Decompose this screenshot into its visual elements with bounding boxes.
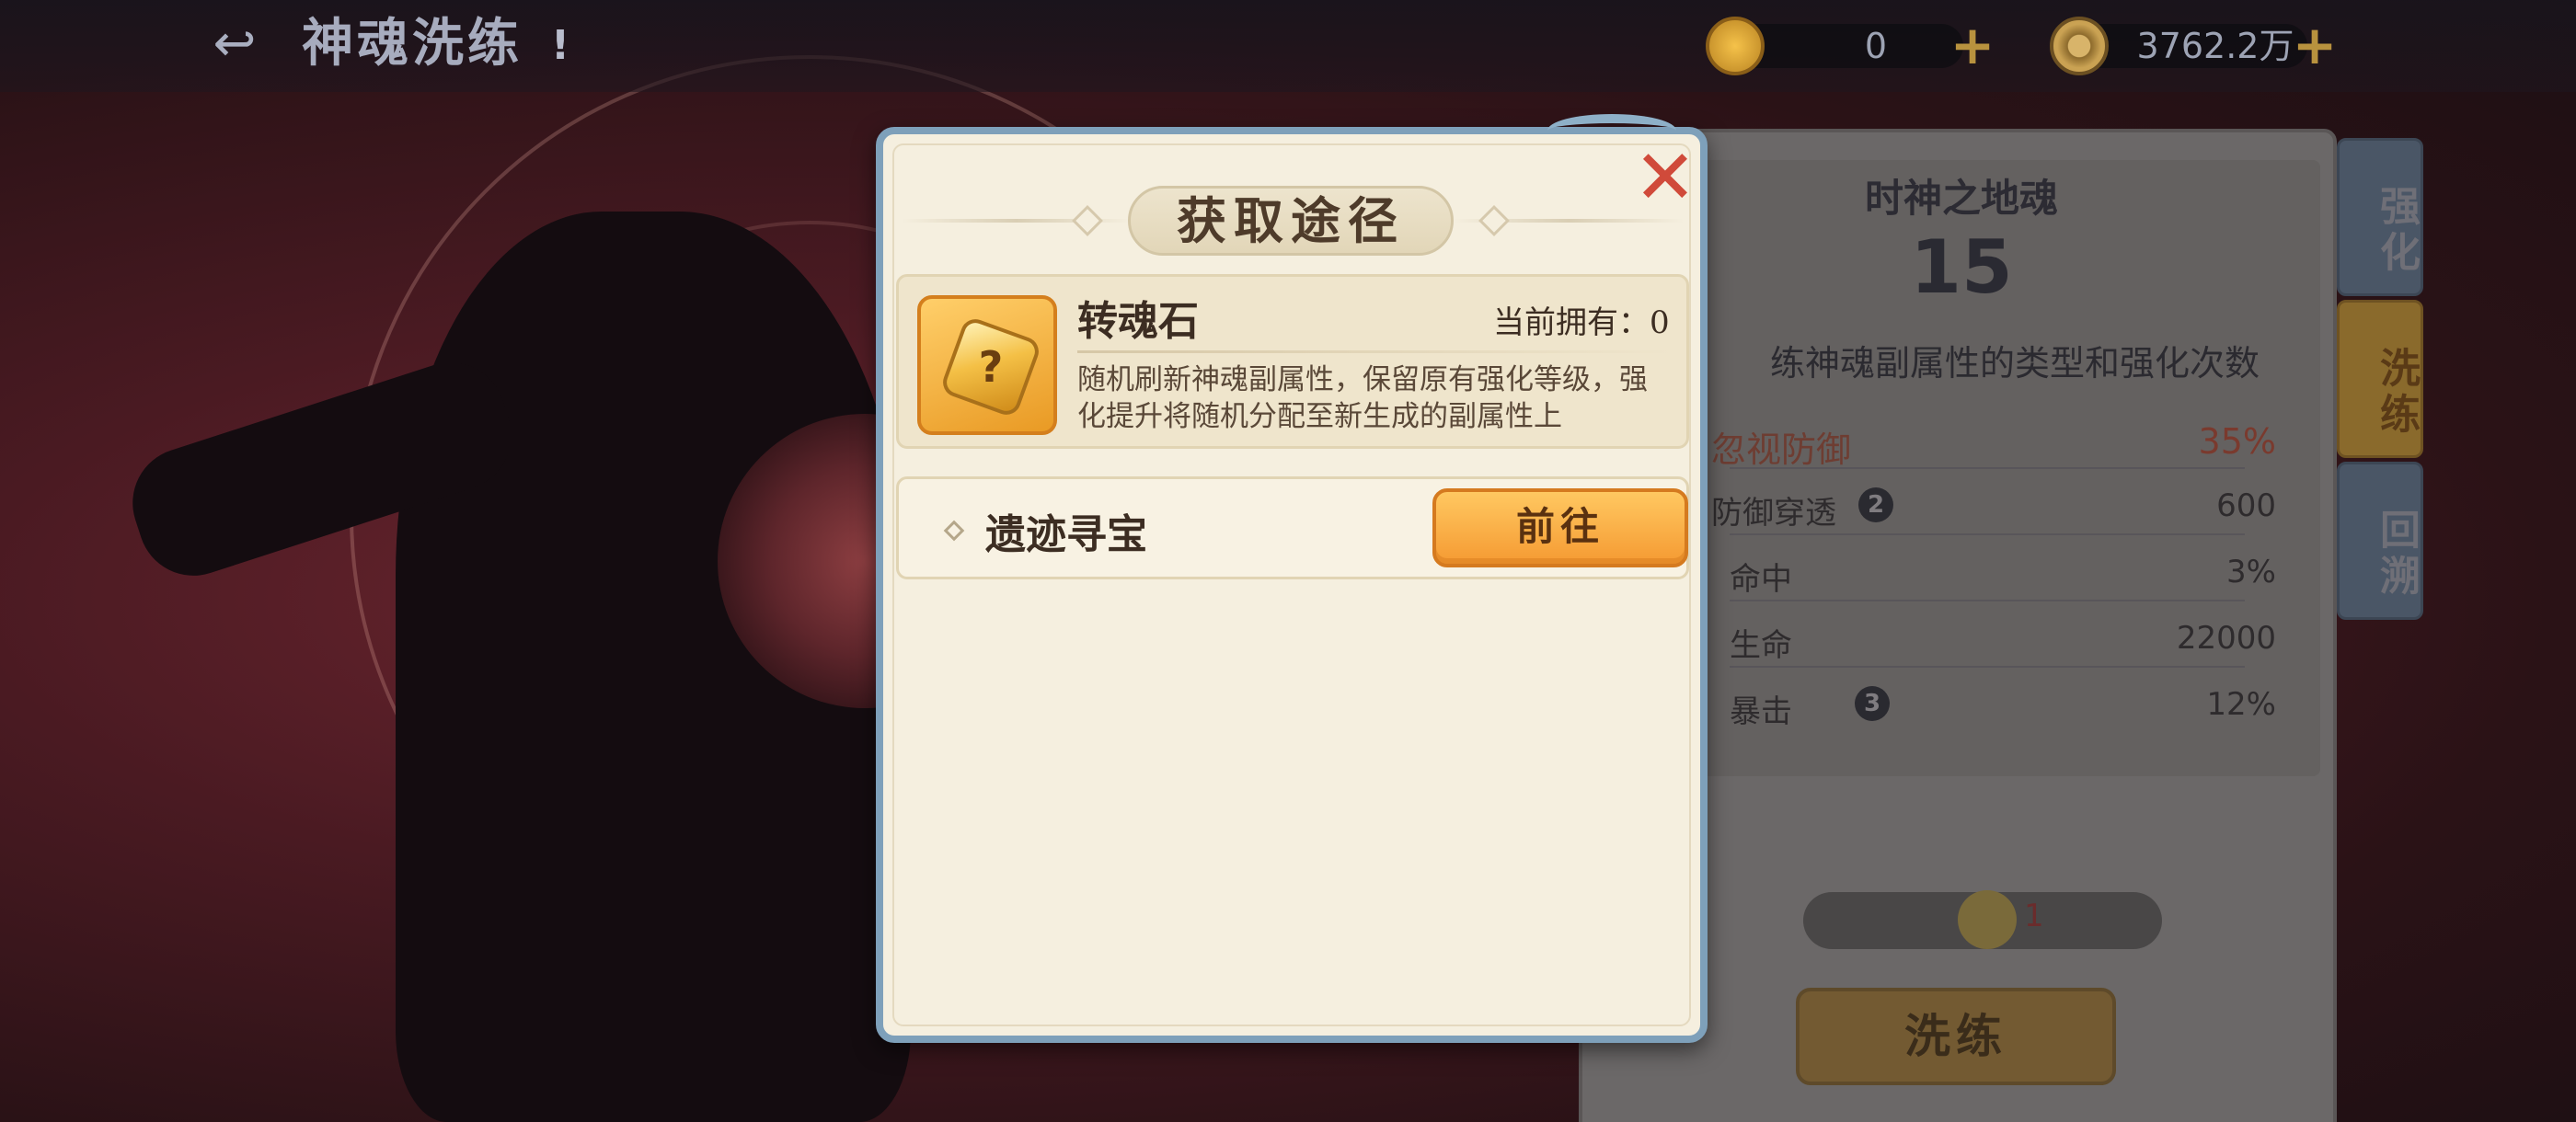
stat-value: 22000 xyxy=(2176,620,2276,657)
item-divider xyxy=(1077,350,1673,353)
stat-value: 35% xyxy=(2198,421,2276,462)
item-description[interactable]: 随机刷新神魂副属性，保留原有强化等级，强化提升将随机分配至新生成的副属性上 xyxy=(1077,361,1666,441)
diamond-bullet-icon xyxy=(943,520,965,542)
stat-badge: 2 xyxy=(1858,487,1893,522)
cost-amount: 1 xyxy=(2024,898,2044,934)
add-copper-coin-button[interactable]: + xyxy=(2291,18,2339,72)
tab-rollback[interactable]: 回溯 xyxy=(2337,462,2423,620)
stat-value: 12% xyxy=(2206,686,2276,723)
stat-divider xyxy=(1730,600,2245,601)
tab-enhance[interactable]: 强化 xyxy=(2337,138,2423,296)
top-bar: ↩ 神魂洗练 ! 0 + 3762.2万 + xyxy=(0,0,2576,92)
copper-coin-currency: 3762.2万 + xyxy=(2050,17,2344,75)
acquisition-modal: 获取途径 ✕ ? 转魂石 当前拥有：0 随机刷新神魂副属性，保留原有强化等级，强… xyxy=(876,114,1708,1043)
soul-description: 练神魂副属性的类型和强化次数 xyxy=(1769,343,2260,384)
soul-stone-cost-icon xyxy=(1958,890,2017,949)
tab-refine[interactable]: 洗练 xyxy=(2337,300,2423,458)
modal-title: 获取途径 xyxy=(1177,191,1405,250)
stat-value: 3% xyxy=(2226,554,2276,590)
game-screen: ↩ 神魂洗练 ! 0 + 3762.2万 + 时神之地魂 15 练神魂副属性的类… xyxy=(0,0,2576,1122)
stat-name: 防御穿透 xyxy=(1711,495,1836,532)
soul-stone-currency: 0 + xyxy=(1706,17,2000,75)
soul-stone-item-icon: ? xyxy=(917,295,1057,435)
header-diamond-left xyxy=(1072,205,1103,236)
gem-mark: ? xyxy=(978,342,1004,392)
item-owned-count: 当前拥有：0 xyxy=(1493,304,1670,341)
info-icon[interactable]: ! xyxy=(546,20,574,72)
source-name: 遗迹寻宝 xyxy=(985,511,1147,558)
stat-badge: 3 xyxy=(1855,686,1890,721)
stat-divider xyxy=(1730,666,2245,668)
stat-name: 生命 xyxy=(1730,627,1792,664)
soul-stone-icon xyxy=(1706,17,1765,75)
stat-name: 命中 xyxy=(1730,561,1792,598)
add-soul-stone-button[interactable]: + xyxy=(1949,18,1996,72)
header-diamond-right xyxy=(1478,205,1510,236)
back-arrow-icon[interactable]: ↩ xyxy=(198,17,271,72)
source-row: 遗迹寻宝 前往 xyxy=(896,476,1689,579)
refine-button[interactable]: 洗练 xyxy=(1796,988,2116,1085)
go-button[interactable]: 前往 xyxy=(1432,488,1688,567)
stat-name: 暴击 xyxy=(1730,693,1792,730)
page-title: 神魂洗练 xyxy=(302,14,523,74)
stat-name: 忽视防御 xyxy=(1711,429,1852,470)
stat-value: 600 xyxy=(2216,487,2276,524)
copper-coin-amount: 3762.2万 xyxy=(2136,26,2294,66)
soul-stone-amount: 0 xyxy=(1864,26,1888,66)
close-icon[interactable]: ✕ xyxy=(1627,140,1704,217)
copper-coin-icon xyxy=(2050,17,2109,75)
stat-divider xyxy=(1730,467,2245,469)
item-name: 转魂石 xyxy=(1077,298,1199,345)
stat-divider xyxy=(1730,533,2245,535)
item-info-card: ? 转魂石 当前拥有：0 随机刷新神魂副属性，保留原有强化等级，强化提升将随机分… xyxy=(896,274,1689,449)
